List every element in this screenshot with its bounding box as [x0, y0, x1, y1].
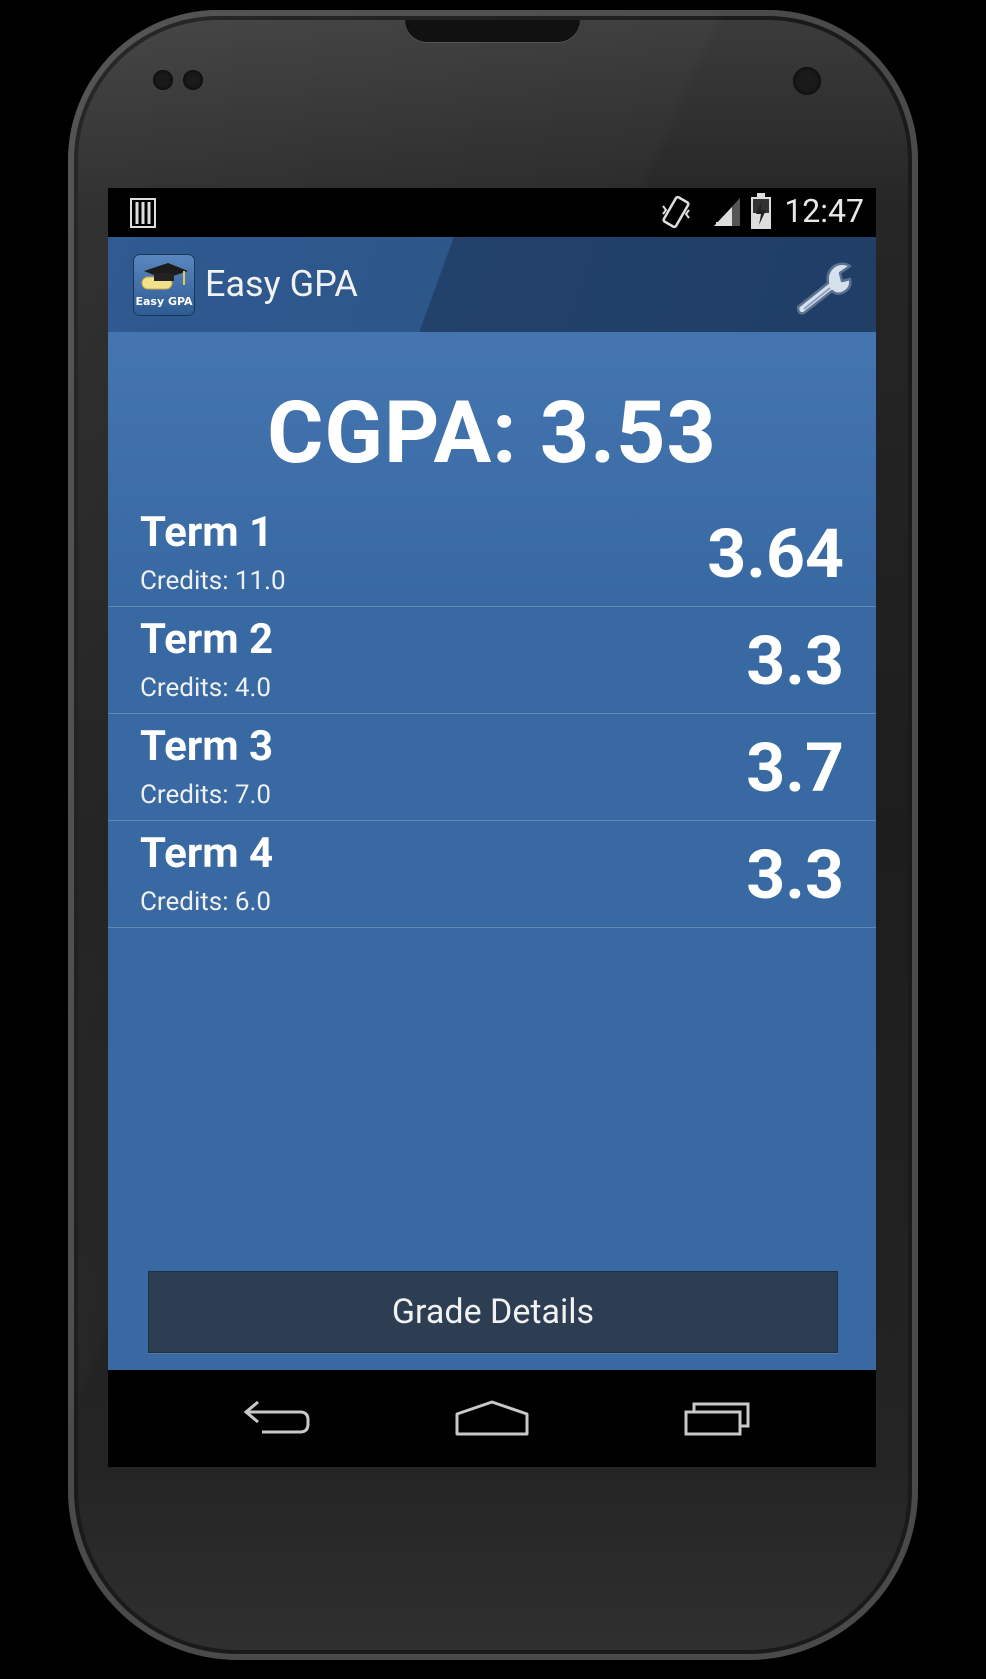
term-gpa: 3.3	[746, 835, 844, 915]
home-button[interactable]	[447, 1390, 537, 1450]
term-gpa: 3.7	[746, 728, 844, 808]
app-title: Easy GPA	[205, 263, 358, 305]
term-name: Term 3	[140, 722, 274, 771]
front-camera	[793, 67, 821, 95]
term-name: Term 2	[140, 615, 274, 664]
battery-charging-icon	[751, 193, 771, 229]
term-name: Term 4	[140, 829, 274, 878]
recent-apps-button[interactable]	[672, 1390, 762, 1450]
wrench-icon	[796, 262, 852, 315]
term-name: Term 1	[140, 508, 274, 557]
proximity-sensor	[153, 70, 173, 90]
app-icon[interactable]: Easy GPA	[134, 255, 194, 315]
earpiece-speaker	[405, 20, 580, 42]
status-time: 12:47	[784, 192, 864, 230]
notification-icon	[130, 198, 156, 228]
term-credits: Credits: 7.0	[140, 780, 272, 810]
term-gpa: 3.64	[707, 514, 844, 594]
app-icon-label: Easy GPA	[135, 295, 193, 308]
back-icon	[243, 1400, 310, 1434]
term-row[interactable]: Term 4 Credits: 6.0 3.3	[108, 821, 876, 928]
signal-icon	[714, 198, 740, 226]
term-credits: Credits: 4.0	[140, 673, 272, 703]
home-icon	[455, 1400, 529, 1436]
recent-apps-icon	[684, 1402, 750, 1436]
grade-details-button[interactable]: Grade Details	[148, 1271, 838, 1353]
screen: 12:47 Easy GPA Easy GPA CGPA: 3.53 Term …	[108, 188, 876, 1467]
action-bar: Easy GPA Easy GPA	[108, 237, 876, 333]
status-bar: 12:47	[108, 188, 876, 237]
settings-button[interactable]	[792, 257, 856, 317]
term-row[interactable]: Term 1 Credits: 11.0 3.64	[108, 500, 876, 607]
navigation-bar	[108, 1370, 876, 1467]
term-row[interactable]: Term 3 Credits: 7.0 3.7	[108, 714, 876, 821]
term-row[interactable]: Term 2 Credits: 4.0 3.3	[108, 607, 876, 714]
light-sensor	[183, 70, 203, 90]
cgpa-value: CGPA: 3.53	[267, 382, 717, 483]
term-gpa: 3.3	[746, 621, 844, 701]
term-credits: Credits: 11.0	[140, 566, 286, 596]
back-button[interactable]	[230, 1390, 320, 1450]
main-content: CGPA: 3.53 Term 1 Credits: 11.0 3.64 Ter…	[108, 332, 876, 1370]
vibrate-icon	[662, 195, 690, 229]
term-credits: Credits: 6.0	[140, 887, 272, 917]
